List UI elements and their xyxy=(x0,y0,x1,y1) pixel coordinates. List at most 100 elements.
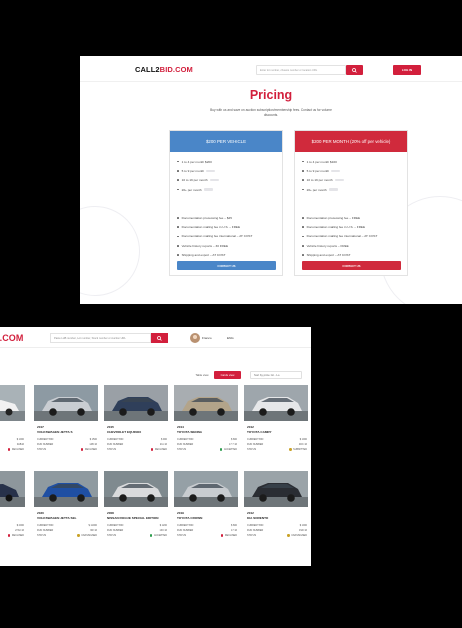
run-number-value: 3W 16 xyxy=(90,529,97,532)
current-bid-label: CURRENT BID xyxy=(247,438,264,441)
vehicle-photo xyxy=(174,471,238,507)
status-label: STATUS xyxy=(177,448,187,451)
avatar[interactable] xyxy=(190,333,200,343)
vehicle-year: 2012 xyxy=(247,425,254,429)
table-view-button[interactable]: Table view xyxy=(190,371,214,379)
plan-card-per-month: $200 PER MONTH (20% off per vehicle) 1 t… xyxy=(294,130,408,276)
plan-extra: Documentation mailing fee international … xyxy=(177,232,275,241)
plan-tier-list: 1 to 4 per month $160 5 to 9 per month 1… xyxy=(295,157,407,194)
contact-us-button[interactable]: CONTACT US xyxy=(177,261,276,270)
current-bid-value: $ 1200 xyxy=(159,524,167,527)
plan-extra: Shipping and export – AT COST xyxy=(177,250,275,259)
vehicle-card-partial[interactable]: $ 2000 27A0 16 DECLINED xyxy=(0,471,25,541)
vehicle-card[interactable]: 2017 VOLKSWAGEN JETTA S CURRENT BID $ 1500 R… xyxy=(34,385,98,455)
status-label: STATUS xyxy=(247,534,257,537)
plan-header: $200 PER MONTH (20% off per vehicle) xyxy=(295,131,407,152)
vehicle-photo xyxy=(0,385,25,421)
car-image xyxy=(34,471,98,507)
vehicle-photo xyxy=(34,385,98,421)
status-badge: DECLINED xyxy=(8,448,24,451)
vehicle-card[interactable]: 2008 NISSAN ROGUE SPECIAL EDITION CURRENT … xyxy=(104,471,168,541)
current-bid-label: CURRENT BID xyxy=(37,524,54,527)
car-image xyxy=(174,385,238,421)
current-bid-value: $ 800 xyxy=(231,524,237,527)
plan-extra: Vehicle history reports – FREE xyxy=(302,241,400,250)
contact-us-button[interactable]: CONTACT US xyxy=(302,261,401,270)
run-number-label: RUN NUMBER xyxy=(107,529,124,532)
vehicle-card[interactable]: 2015 CHEVROLET EQUINOX CURRENT BID $ 900 RUN… xyxy=(104,385,168,455)
current-bid-label: CURRENT BID xyxy=(177,524,194,527)
current-bid-value: $ 1500 xyxy=(89,438,97,441)
login-button[interactable]: LOG IN xyxy=(393,65,421,75)
site-header: D.COM Paste LHB number, Lot number, Stoc… xyxy=(0,327,311,348)
plan-extra: Shipping and export – AT COST xyxy=(302,250,400,259)
vehicle-card[interactable]: 2012 TOYOTA CAMRY CURRENT BID $ 1000 RUN NUM… xyxy=(244,385,308,455)
current-bid-value: $ 800 xyxy=(231,438,237,441)
status-badge: DECLINED xyxy=(151,448,167,451)
vehicle-year: 2015 xyxy=(107,425,114,429)
vehicle-year: 2019 xyxy=(177,511,184,515)
plan-tier: 1 to 4 per month $160 xyxy=(302,157,400,166)
run-number-value: 27A0 16 xyxy=(15,529,24,532)
car-image xyxy=(0,385,25,421)
status-badge: DECLINED xyxy=(81,448,97,451)
vehicle-card-partial[interactable]: $ 1000 0AB16 DECLINED xyxy=(0,385,25,455)
vehicle-model: TOYOTA SIENNA xyxy=(177,430,203,434)
status-label: STATUS xyxy=(37,534,47,537)
car-image xyxy=(244,471,308,507)
site-logo[interactable]: D.COM xyxy=(0,333,24,343)
plan-extras-list: Documentation processing fee – $45 Docum… xyxy=(170,213,282,259)
current-bid-value: $ 1000 xyxy=(299,438,307,441)
current-bid-value: $ 2000 xyxy=(16,524,24,527)
search-icon xyxy=(157,335,162,341)
vehicle-photo xyxy=(0,471,25,507)
vehicle-photo xyxy=(104,385,168,421)
search-input[interactable]: Paste LHB number, Lot number, Stock numb… xyxy=(50,333,151,343)
vehicle-card[interactable]: 2019 TOYOTA CROWN CURRENT BID $ 800 RUN NUMB… xyxy=(174,471,238,541)
vehicle-photo xyxy=(244,471,308,507)
user-name[interactable]: Franco xyxy=(202,336,212,340)
vehicle-year: 2020 xyxy=(37,511,44,515)
vehicle-card[interactable]: 2014 TOYOTA SIENNA CURRENT BID $ 800 RUN NUM… xyxy=(174,385,238,455)
vehicle-year: 2017 xyxy=(37,425,44,429)
vehicle-photo xyxy=(34,471,98,507)
vehicle-year: 2014 xyxy=(177,425,184,429)
run-number-value: 4SD 16 xyxy=(299,529,307,532)
run-number-label: RUN NUMBER xyxy=(177,443,194,446)
run-number-value: 4DC 16 xyxy=(298,443,307,446)
vehicle-model: TOYOTA CAMRY xyxy=(247,430,272,434)
car-image xyxy=(104,471,168,507)
current-bid-value: $ 1000 xyxy=(16,438,24,441)
vehicle-card[interactable]: 2012 KIA SORENTO CURRENT BID $ 1000 RUN NUMB… xyxy=(244,471,308,541)
pricing-window: CALL2BID.COM Enter lot number, chassis n… xyxy=(80,56,462,304)
plan-header: $200 PER VEHICLE xyxy=(170,131,282,152)
plan-tier-list: 1 to 4 per month $200 5 to 9 per month 1… xyxy=(170,157,282,194)
listings-window: D.COM Paste LHB number, Lot number, Stoc… xyxy=(0,327,311,566)
plan-tier: 10 to 19 per month xyxy=(177,176,275,185)
plan-extra: Documentation mailing fee international … xyxy=(302,232,400,241)
status-label: STATUS xyxy=(107,448,117,451)
status-badge: UNASSIGNED xyxy=(287,534,307,537)
vehicle-card[interactable]: 2020 VOLKSWAGEN JETTA SEL CURRENT BID $ 110… xyxy=(34,471,98,541)
search-input[interactable]: Enter lot number, chassis number or loca… xyxy=(256,65,346,75)
current-bid-label: CURRENT BID xyxy=(37,438,54,441)
language-selector[interactable]: ENG xyxy=(227,336,234,340)
sort-select[interactable]: Sort by price: Hi - Lo xyxy=(250,371,302,379)
status-badge: SUBMITTED xyxy=(289,448,307,451)
status-badge: ACCEPTED xyxy=(150,534,167,537)
vehicle-year: 2012 xyxy=(247,511,254,515)
search-icon xyxy=(352,67,357,73)
vehicle-model: KIA SORENTO xyxy=(247,516,269,520)
vehicle-model: TOYOTA CROWN xyxy=(177,516,203,520)
search-button[interactable] xyxy=(151,333,168,343)
run-number-label: RUN NUMBER xyxy=(37,443,54,446)
status-badge: DECLINED xyxy=(221,534,237,537)
search-button[interactable] xyxy=(346,65,363,75)
run-number-value: 0AB16 xyxy=(16,443,24,446)
decorative-circle xyxy=(80,206,140,296)
status-label: STATUS xyxy=(247,448,257,451)
site-logo[interactable]: CALL2BID.COM xyxy=(135,65,193,74)
status-badge: ACCEPTED xyxy=(220,448,237,451)
cards-view-button[interactable]: Cards view xyxy=(214,371,241,379)
car-image xyxy=(244,385,308,421)
